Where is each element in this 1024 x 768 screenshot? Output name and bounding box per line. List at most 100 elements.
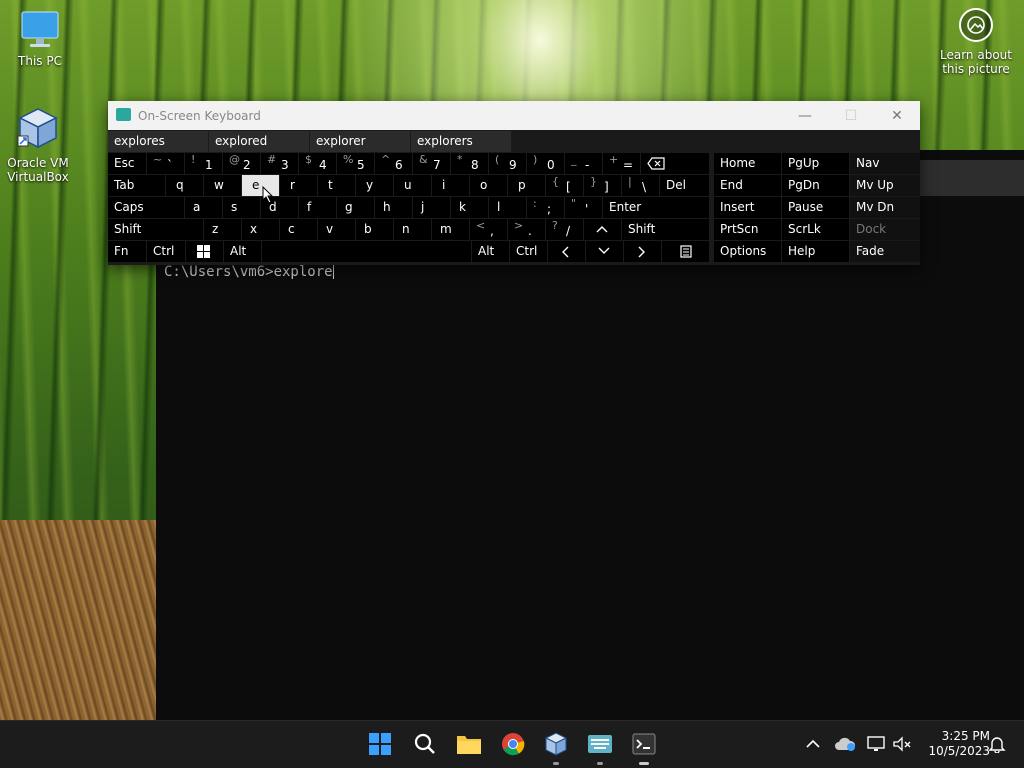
key-q[interactable]: q	[166, 175, 203, 196]
key-ctrl-left[interactable]: Ctrl	[147, 241, 185, 262]
key-g[interactable]: g	[337, 197, 374, 218]
nav-key-nav[interactable]: Nav	[850, 153, 920, 174]
prediction-1[interactable]: explores	[108, 131, 208, 152]
menu-key[interactable]	[662, 241, 709, 262]
key-u[interactable]: u	[394, 175, 431, 196]
key-k[interactable]: k	[451, 197, 488, 218]
key-z[interactable]: z	[204, 219, 241, 240]
key--[interactable]: _ -	[565, 153, 602, 174]
key-shift-left[interactable]: Shift	[108, 219, 203, 240]
key-fn[interactable]: Fn	[108, 241, 146, 262]
nav-key-scrlk[interactable]: ScrLk	[782, 219, 849, 240]
nav-key-end[interactable]: End	[714, 175, 781, 196]
key-punct-0[interactable]: :;	[527, 197, 564, 218]
key-a[interactable]: a	[185, 197, 222, 218]
spacebar[interactable]	[262, 241, 471, 262]
nav-key-fade[interactable]: Fade	[850, 241, 920, 262]
on-screen-keyboard-window[interactable]: On-Screen Keyboard — ☐ ✕ explores explor…	[108, 101, 920, 265]
nav-key-pgdn[interactable]: PgDn	[782, 175, 849, 196]
key-s[interactable]: s	[223, 197, 260, 218]
key-5[interactable]: % 5	[337, 153, 374, 174]
arrow-down-button[interactable]	[586, 241, 623, 262]
key-windows[interactable]	[186, 241, 223, 262]
key-enter[interactable]: Enter	[603, 197, 709, 218]
chrome-icon[interactable]	[498, 729, 528, 759]
key-y[interactable]: y	[356, 175, 393, 196]
on-screen-keyboard-icon[interactable]	[585, 729, 615, 765]
learn-about-picture[interactable]: Learn about this picture	[936, 8, 1016, 76]
notification-bell-icon[interactable]	[982, 729, 1012, 759]
nav-key-dock[interactable]: Dock	[850, 219, 920, 240]
virtualbox-icon[interactable]	[541, 729, 571, 765]
key-`[interactable]: ~ `	[147, 153, 184, 174]
key-j[interactable]: j	[413, 197, 450, 218]
nav-key-help[interactable]: Help	[782, 241, 849, 262]
console-line[interactable]: C:\Users\vm6>explore	[164, 263, 334, 280]
key-c[interactable]: c	[280, 219, 317, 240]
key-m[interactable]: m	[432, 219, 469, 240]
key-punct-r4-1[interactable]: >.	[508, 219, 545, 240]
key-bracket-1[interactable]: }]	[584, 175, 621, 196]
key-bracket-2[interactable]: | \	[622, 175, 659, 196]
key-0[interactable]: ) 0	[527, 153, 564, 174]
key-o[interactable]: o	[470, 175, 507, 196]
key-h[interactable]: h	[375, 197, 412, 218]
key-4[interactable]: $4	[299, 153, 336, 174]
key-ctrl-right[interactable]: Ctrl	[510, 241, 547, 262]
key-w[interactable]: w	[204, 175, 241, 196]
key-n[interactable]: n	[394, 219, 431, 240]
nav-key-pgup[interactable]: PgUp	[782, 153, 849, 174]
nav-key-mv-up[interactable]: Mv Up	[850, 175, 920, 196]
key-punct-1[interactable]: " '	[565, 197, 602, 218]
key-8[interactable]: * 8	[451, 153, 488, 174]
nav-key-prtscn[interactable]: PrtScn	[714, 219, 781, 240]
minimize-button[interactable]: —	[782, 101, 828, 130]
key-x[interactable]: x	[242, 219, 279, 240]
maximize-button[interactable]: ☐	[828, 101, 874, 130]
desktop-icon-this-pc[interactable]: This PC	[2, 10, 78, 68]
desktop-icon-virtualbox[interactable]: Oracle VM VirtualBox	[0, 104, 76, 184]
volume-muted-icon[interactable]	[887, 729, 917, 759]
key-p[interactable]: p	[508, 175, 545, 196]
key-l[interactable]: l	[489, 197, 526, 218]
close-button[interactable]: ✕	[874, 101, 920, 130]
key-6[interactable]: ^ 6	[375, 153, 412, 174]
search-icon[interactable]	[410, 729, 440, 759]
key-esc[interactable]: Esc	[108, 153, 146, 174]
key-=[interactable]: + =	[603, 153, 640, 174]
key-shift-right[interactable]: Shift	[622, 219, 709, 240]
nav-key-pause[interactable]: Pause	[782, 197, 849, 218]
key-t[interactable]: t	[318, 175, 355, 196]
key-del[interactable]: Del	[660, 175, 709, 196]
nav-key-options[interactable]: Options	[714, 241, 781, 262]
start-icon[interactable]	[365, 729, 395, 759]
key-v[interactable]: v	[318, 219, 355, 240]
key-i[interactable]: i	[432, 175, 469, 196]
nav-key-home[interactable]: Home	[714, 153, 781, 174]
key-tab[interactable]: Tab	[108, 175, 165, 196]
key-caps[interactable]: Caps	[108, 197, 184, 218]
prediction-2[interactable]: explored	[209, 131, 309, 152]
onedrive-icon[interactable]	[830, 729, 860, 759]
key-9[interactable]: (9	[489, 153, 526, 174]
key-3[interactable]: #3	[261, 153, 298, 174]
key-r[interactable]: r	[280, 175, 317, 196]
arrow-up-button[interactable]	[584, 219, 621, 240]
clock[interactable]: 3:25 PM 10/5/2023	[920, 729, 990, 759]
key-alt-right[interactable]: Alt	[472, 241, 509, 262]
chevron-up-icon[interactable]	[798, 729, 828, 759]
key-b[interactable]: b	[356, 219, 393, 240]
osk-titlebar[interactable]: On-Screen Keyboard — ☐ ✕	[108, 101, 920, 130]
backspace-button[interactable]	[641, 153, 709, 174]
prediction-4[interactable]: explorers	[411, 131, 511, 152]
terminal-icon[interactable]	[629, 729, 659, 765]
key-f[interactable]: f	[299, 197, 336, 218]
nav-key-mv-dn[interactable]: Mv Dn	[850, 197, 920, 218]
nav-key-insert[interactable]: Insert	[714, 197, 781, 218]
arrow-right-button[interactable]	[624, 241, 661, 262]
key-alt-left[interactable]: Alt	[224, 241, 261, 262]
key-bracket-0[interactable]: {[	[546, 175, 583, 196]
arrow-left-button[interactable]	[548, 241, 585, 262]
key-punct-r4-2[interactable]: ? /	[546, 219, 583, 240]
file-explorer-icon[interactable]	[454, 729, 484, 759]
